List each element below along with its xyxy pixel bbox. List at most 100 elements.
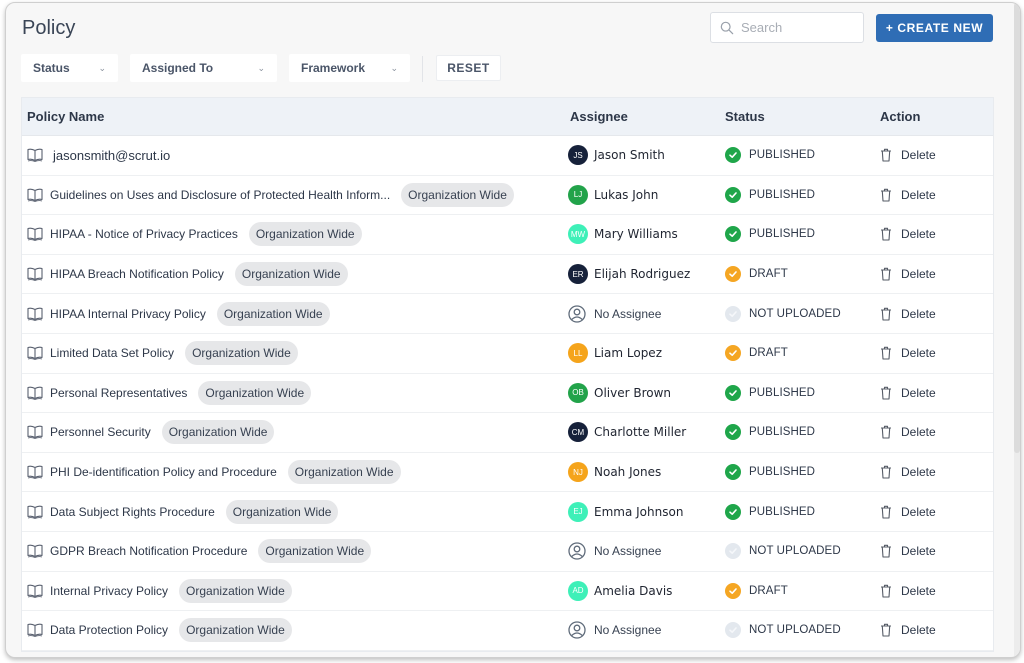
avatar: OB: [568, 382, 588, 403]
scrollbar-track[interactable]: [1014, 3, 1020, 657]
status-check-icon: [725, 305, 741, 322]
assignee-name: Jason Smith: [594, 148, 665, 163]
status-check-icon: [725, 424, 741, 441]
table-row[interactable]: Internal Privacy Policy Organization Wid…: [22, 572, 993, 612]
delete-label: Delete: [901, 425, 936, 440]
assignee-name: Amelia Davis: [594, 583, 673, 598]
status-check-icon: [725, 622, 741, 639]
action-cell: Delete: [880, 572, 936, 611]
reset-button[interactable]: RESET: [436, 55, 501, 81]
action-cell: Delete: [880, 255, 936, 294]
policy-name-link[interactable]: Guidelines on Uses and Disclosure of Pro…: [50, 188, 390, 202]
delete-button[interactable]: Delete: [880, 227, 936, 241]
policy-name-link[interactable]: HIPAA Internal Privacy Policy: [50, 307, 206, 321]
app-window: Policy + CREATE NEW Status ⌄ Assigned To…: [5, 2, 1021, 658]
delete-label: Delete: [901, 227, 936, 242]
policy-name-link[interactable]: Internal Privacy Policy: [50, 584, 168, 598]
table-row[interactable]: Limited Data Set Policy Organization Wid…: [22, 334, 993, 374]
assignee-cell: EJ Emma Johnson: [568, 492, 683, 531]
policy-name-link[interactable]: Limited Data Set Policy: [50, 346, 174, 360]
scrollbar-thumb[interactable]: [1014, 3, 1020, 453]
status-cell: PUBLISHED: [725, 215, 815, 254]
search-box[interactable]: [710, 12, 864, 43]
delete-button[interactable]: Delete: [880, 267, 936, 281]
table-row[interactable]: Data Protection Policy Organization Wide…: [22, 611, 993, 651]
avatar: MW: [568, 224, 588, 245]
column-header-status[interactable]: Status: [725, 109, 765, 124]
book-icon: [27, 544, 43, 559]
policy-name-link[interactable]: jasonsmith@scrut.io: [53, 148, 170, 163]
policy-name-link[interactable]: PHI De-identification Policy and Procedu…: [50, 465, 277, 479]
delete-button[interactable]: Delete: [880, 386, 936, 400]
delete-button[interactable]: Delete: [880, 465, 936, 479]
policy-name-link[interactable]: Personal Representatives: [50, 386, 187, 400]
status-check-icon: [725, 384, 741, 401]
trash-icon: [881, 149, 891, 162]
delete-button[interactable]: Delete: [880, 148, 936, 162]
create-new-button[interactable]: + CREATE NEW: [876, 14, 993, 42]
framework-filter-dropdown[interactable]: Framework ⌄: [289, 54, 410, 82]
delete-button[interactable]: Delete: [880, 346, 936, 360]
delete-label: Delete: [901, 148, 936, 163]
status-text: PUBLISHED: [749, 466, 816, 479]
filter-divider: [422, 56, 423, 82]
table-row[interactable]: GDPR Breach Notification Procedure Organ…: [22, 532, 993, 572]
delete-button[interactable]: Delete: [880, 307, 936, 321]
page-title: Policy: [22, 17, 76, 39]
assignee-name: Emma Johnson: [594, 504, 684, 519]
status-text: PUBLISHED: [749, 228, 816, 241]
table-row[interactable]: Personal Representatives Organization Wi…: [22, 374, 993, 414]
book-icon: [27, 228, 43, 242]
assigned-to-filter-label: Assigned To: [142, 61, 214, 75]
delete-button[interactable]: Delete: [880, 623, 936, 637]
column-header-assignee[interactable]: Assignee: [570, 109, 628, 124]
delete-button[interactable]: Delete: [880, 188, 936, 202]
no-assignee-label: No Assignee: [594, 306, 662, 321]
book-icon: [27, 505, 43, 519]
book-icon: [27, 346, 43, 361]
policy-name-link[interactable]: HIPAA - Notice of Privacy Practices: [50, 227, 238, 241]
table-row[interactable]: HIPAA Internal Privacy Policy Organizati…: [22, 294, 993, 334]
status-text: NOT UPLOADED: [749, 624, 841, 637]
status-filter-dropdown[interactable]: Status ⌄: [21, 54, 118, 82]
policy-name-link[interactable]: Personnel Security: [50, 425, 151, 439]
user-circle-icon: [568, 542, 586, 560]
table-row[interactable]: Data Subject Rights Procedure Organizati…: [22, 492, 993, 532]
status-text: NOT UPLOADED: [749, 307, 841, 320]
avatar: JS: [568, 145, 588, 166]
status-check-icon: [725, 464, 741, 481]
table-row[interactable]: HIPAA - Notice of Privacy Practices Orga…: [22, 215, 993, 255]
status-text: DRAFT: [749, 268, 788, 281]
column-header-policy-name[interactable]: Policy Name: [27, 109, 104, 124]
avatar: NJ: [568, 462, 588, 483]
action-cell: Delete: [880, 176, 936, 215]
table-row[interactable]: Guidelines on Uses and Disclosure of Pro…: [22, 176, 993, 216]
status-text: PUBLISHED: [749, 149, 816, 162]
chevron-down-icon: ⌄: [390, 62, 398, 73]
framework-filter-label: Framework: [301, 61, 366, 75]
table-row[interactable]: Personnel Security Organization Wide CM C…: [22, 413, 993, 453]
action-cell: Delete: [880, 136, 936, 175]
search-icon: [720, 21, 734, 34]
user-circle-icon: [568, 621, 586, 640]
table-row[interactable]: HIPAA Breach Notification Policy Organiz…: [22, 255, 993, 295]
delete-button[interactable]: Delete: [880, 425, 936, 439]
book-icon: [27, 188, 43, 202]
assigned-to-filter-dropdown[interactable]: Assigned To ⌄: [130, 54, 277, 82]
delete-button[interactable]: Delete: [880, 584, 936, 598]
trash-icon: [881, 584, 891, 598]
table-row[interactable]: PHI De-identification Policy and Procedu…: [22, 453, 993, 493]
search-input[interactable]: [741, 20, 851, 35]
action-cell: Delete: [880, 334, 936, 373]
policy-name-link[interactable]: HIPAA Breach Notification Policy: [50, 267, 224, 281]
policy-name-link[interactable]: Data Protection Policy: [50, 623, 168, 637]
delete-button[interactable]: Delete: [880, 544, 936, 558]
delete-button[interactable]: Delete: [880, 505, 936, 519]
policy-name-link[interactable]: GDPR Breach Notification Procedure: [50, 544, 247, 558]
avatar: CM: [568, 422, 588, 443]
table-row[interactable]: jasonsmith@scrut.io JS Jason Smith PUBLIS…: [22, 136, 993, 176]
policy-name-link[interactable]: Data Subject Rights Procedure: [50, 505, 215, 519]
status-filter-label: Status: [33, 61, 70, 75]
status-cell: DRAFT: [725, 572, 788, 611]
book-icon: [27, 307, 43, 321]
